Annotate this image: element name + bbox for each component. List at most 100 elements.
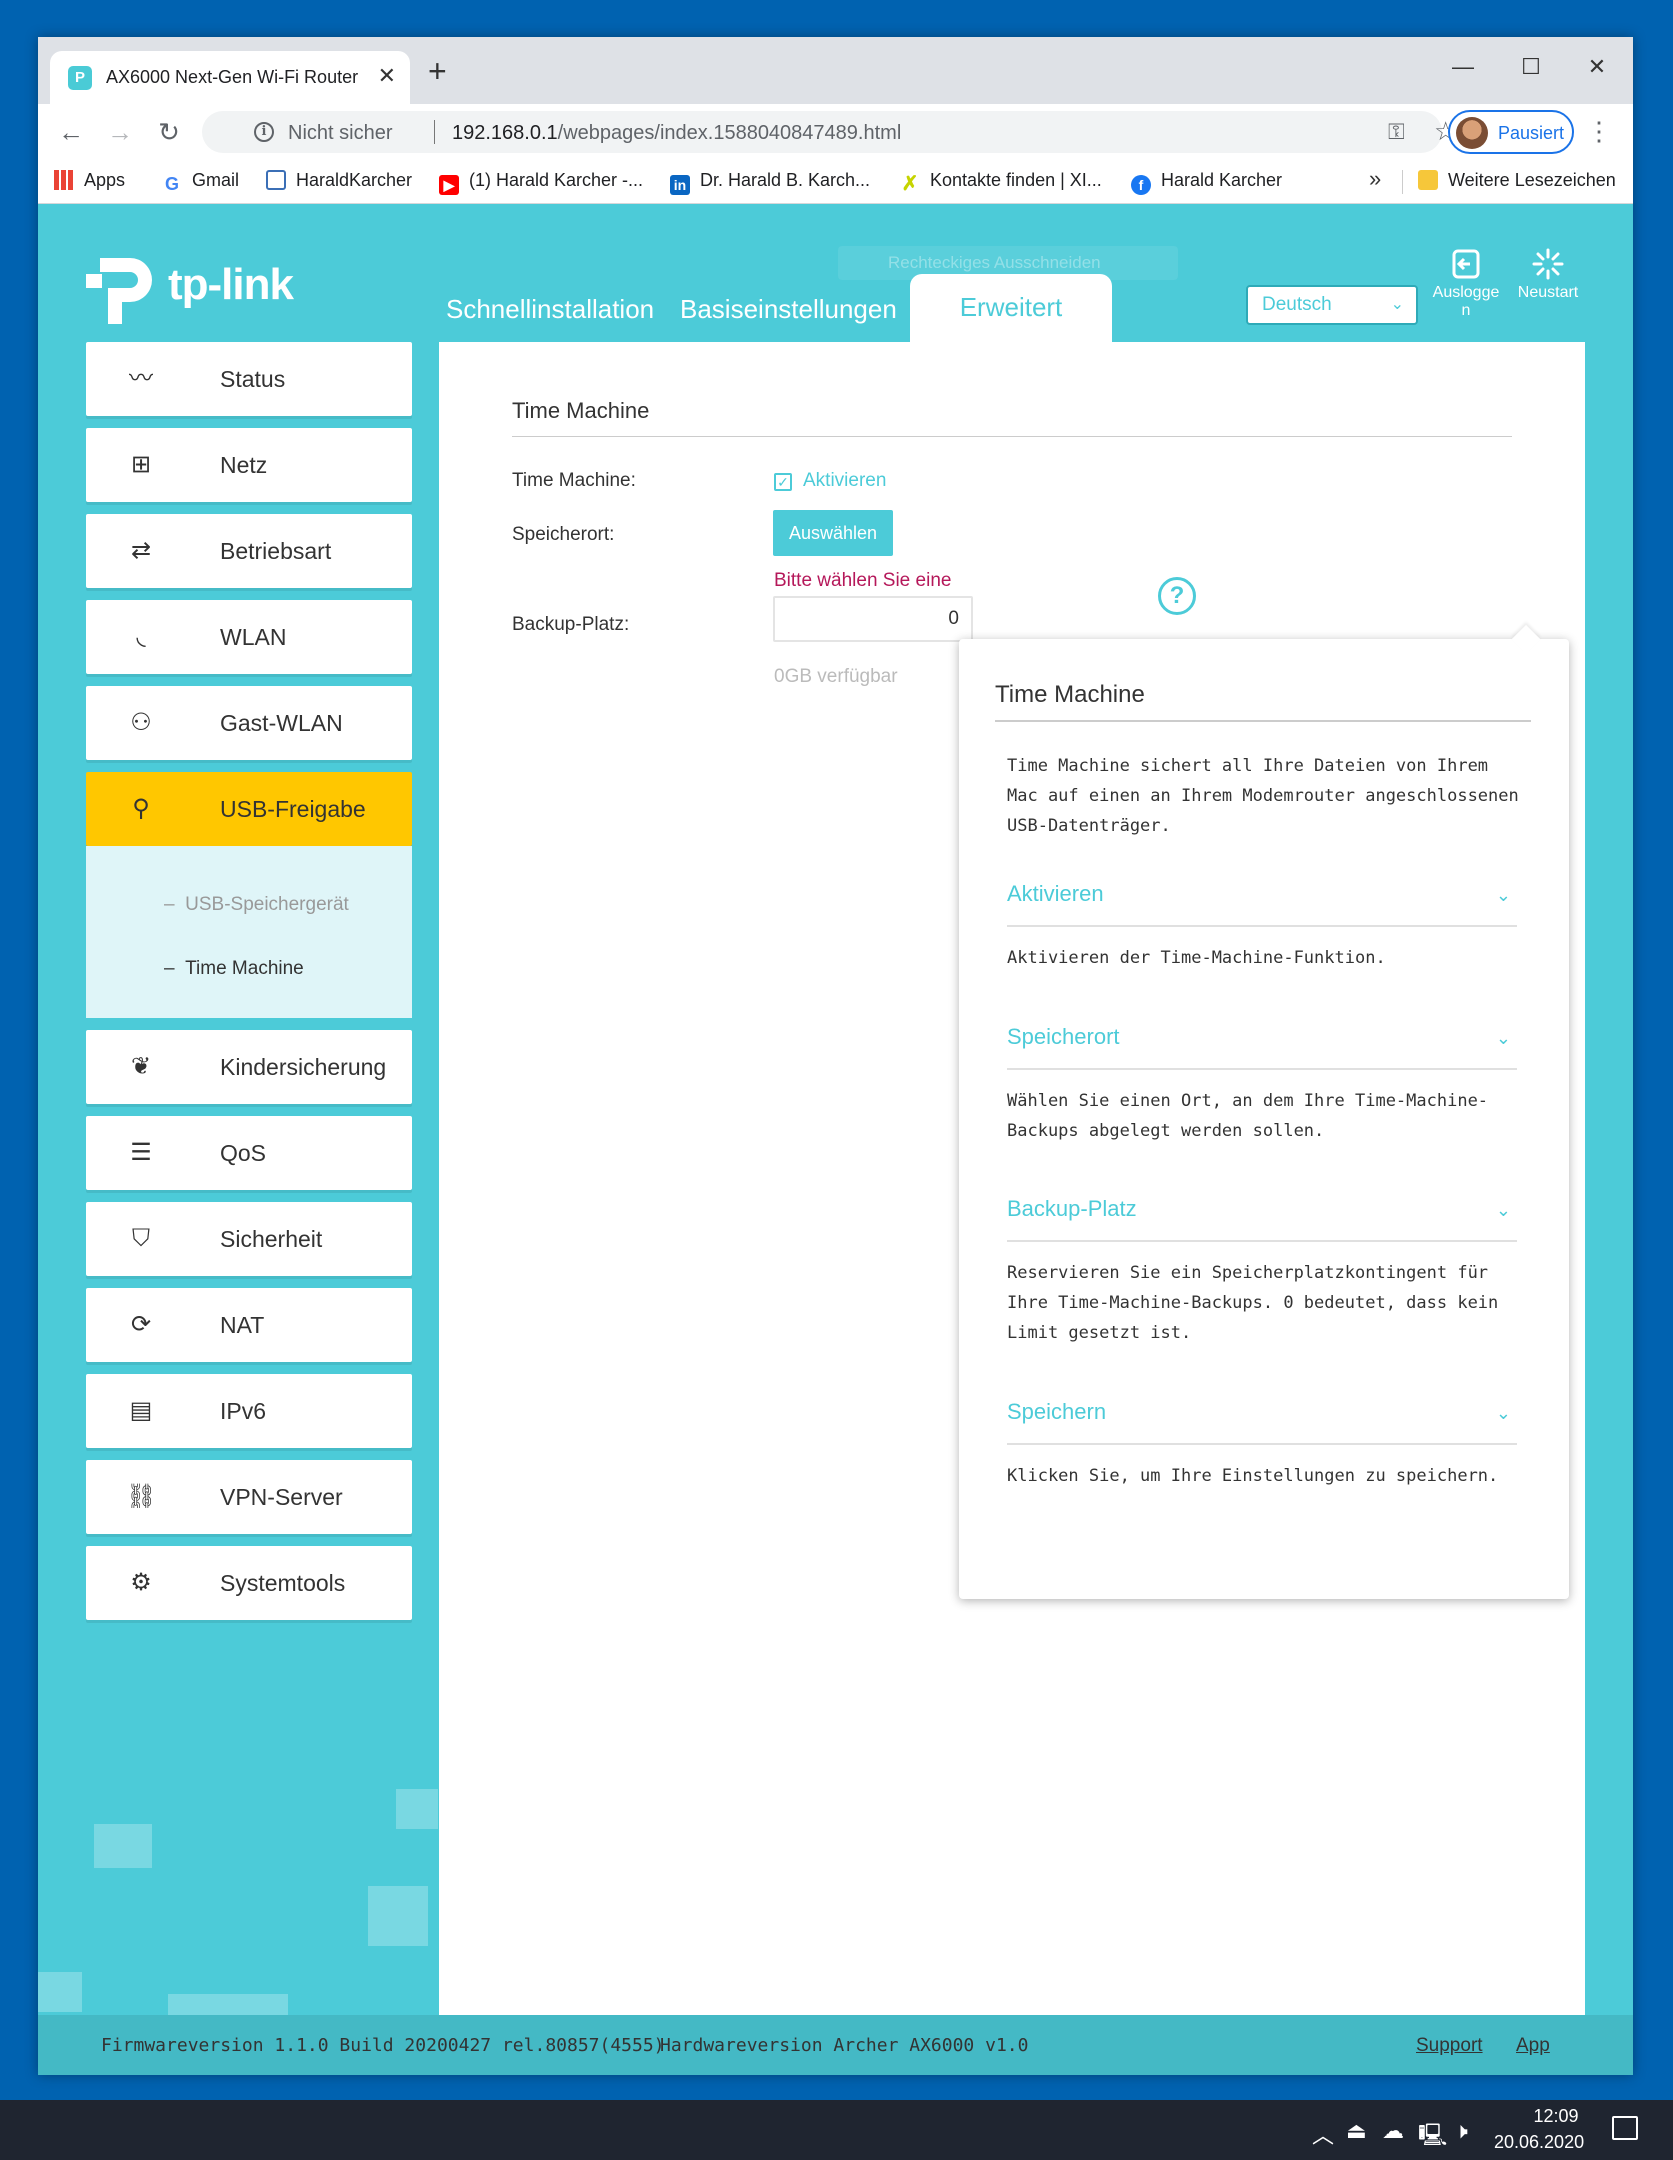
usb-icon: ⚲ [132, 795, 150, 822]
reload-button[interactable]: ↻ [150, 113, 188, 151]
help-section-backup-space[interactable]: Backup-Platz ⌄ [1007, 1196, 1517, 1242]
backup-space-input[interactable]: 0 [773, 596, 973, 642]
help-divider [995, 720, 1531, 722]
key-icon[interactable]: ⚿ [1388, 119, 1405, 145]
help-button[interactable]: ? [1158, 577, 1196, 615]
sidebar-item-vpn-server[interactable]: ⛓ VPN-Server [86, 1460, 412, 1534]
sidebar-item-parental-controls[interactable]: ❦ Kindersicherung [86, 1030, 412, 1104]
bookmark-other-folder[interactable]: Weitere Lesezeichen [1418, 170, 1616, 191]
url-text[interactable]: 192.168.0.1/webpages/index.1588040847489… [452, 122, 901, 145]
language-select[interactable]: Deutsch ⌄ [1246, 285, 1418, 325]
support-link[interactable]: Support [1416, 2035, 1483, 2057]
volume-icon[interactable]: 🕨 [1454, 2118, 1468, 2144]
sidebar-item-operation-mode[interactable]: ⇄ Betriebsart [86, 514, 412, 588]
close-window-button[interactable]: ✕ [1567, 47, 1627, 87]
xing-icon: ✗ [900, 173, 920, 195]
logo-text: tp-link [168, 260, 294, 309]
bookmarks-bar: Apps G Gmail HaraldKarcher ▶ (1) Harald Ka… [38, 160, 1633, 204]
bookmark-gmail[interactable]: G Gmail [162, 170, 239, 194]
chevron-down-icon: ⌄ [1495, 885, 1511, 905]
submenu-item-time-machine[interactable]: – Time Machine [164, 958, 304, 980]
taskbar: ︿ ⏏ ☁ 🖳 🕨 12:09 20.06.2020 [0, 2100, 1673, 2160]
bookmark-label: (1) Harald Karcher -... [469, 170, 644, 190]
bookmarks-separator [1402, 170, 1403, 194]
help-section-storage[interactable]: Speicherort ⌄ [1007, 1024, 1517, 1070]
sidebar-item-nat[interactable]: ⟳ NAT [86, 1288, 412, 1362]
tplink-logo: tp-link [86, 248, 306, 328]
tray-overflow-icon[interactable]: ︿ [1312, 2118, 1334, 2150]
help-section-enable[interactable]: Aktivieren ⌄ [1007, 881, 1517, 927]
switch-arrows-icon: ⇄ [130, 537, 152, 564]
select-location-button[interactable]: Auswählen [773, 510, 893, 556]
bookmark-apps[interactable]: Apps [54, 170, 125, 191]
reboot-button[interactable]: Neustart [1508, 248, 1588, 302]
youtube-icon: ▶ [439, 175, 459, 195]
forward-button[interactable]: → [101, 113, 139, 151]
browser-toolbar: ← → ↻ i Nicht sicher 192.168.0.1/webpage… [38, 104, 1633, 160]
app-link[interactable]: App [1516, 2035, 1550, 2057]
shield-icon: ⛉ [132, 1225, 150, 1252]
sidebar-item-status[interactable]: 〰 Status [86, 342, 412, 416]
clock-date[interactable]: 20.06.2020 [1494, 2132, 1584, 2153]
sidebar-item-guest-wlan[interactable]: ⚇ Gast-WLAN [86, 686, 412, 760]
sidebar-item-usb-sharing[interactable]: ⚲ USB-Freigabe [86, 772, 412, 846]
qos-arrows-icon: ☰ [130, 1139, 152, 1166]
submenu-item-label: Time Machine [185, 958, 304, 979]
url-host: 192.168.0.1 [452, 122, 558, 144]
sidebar-item-label: Status [220, 366, 286, 392]
time-machine-label: Time Machine: [512, 470, 636, 491]
usb-tray-icon[interactable]: ⏏ [1346, 2118, 1367, 2144]
bookmark-label: Gmail [192, 170, 240, 190]
chevron-down-icon: ⌄ [1495, 1403, 1511, 1423]
sidebar-item-label: USB-Freigabe [220, 796, 366, 822]
sidebar-item-label: Gast-WLAN [220, 710, 343, 736]
router-page: tp-link Rechteckiges Ausschneiden Schnel… [38, 204, 1633, 2075]
browser-menu-icon[interactable]: ⋮ [1586, 114, 1612, 148]
nav-quick-setup[interactable]: Schnellinstallation [446, 294, 654, 325]
sidebar-item-qos[interactable]: ☰ QoS [86, 1116, 412, 1190]
sidebar-item-network[interactable]: ⊞ Netz [86, 428, 412, 502]
bookmark-linkedin[interactable]: in Dr. Harald B. Karch... [670, 170, 870, 195]
close-tab-icon[interactable]: ✕ [378, 63, 396, 89]
security-label[interactable]: Nicht sicher [288, 122, 392, 145]
address-bar[interactable]: i Nicht sicher 192.168.0.1/webpages/inde… [202, 111, 1457, 153]
cloud-icon[interactable]: ☁ [1382, 2118, 1404, 2144]
bookmark-xing[interactable]: ✗ Kontakte finden | XI... [900, 170, 1102, 194]
page-title: Time Machine [512, 398, 650, 423]
avatar [1456, 117, 1488, 149]
notification-icon[interactable] [1612, 2116, 1638, 2140]
sidebar-item-ipv6[interactable]: ▤ IPv6 [86, 1374, 412, 1448]
profile-button[interactable]: Pausiert [1448, 110, 1574, 154]
enable-checkbox[interactable]: ✓ [774, 473, 792, 491]
nav-basic[interactable]: Basiseinstellungen [680, 294, 897, 325]
sidebar-item-system-tools[interactable]: ⚙ Systemtools [86, 1546, 412, 1620]
clock-time[interactable]: 12:09 [1516, 2106, 1596, 2127]
bookmark-facebook[interactable]: f Harald Karcher [1131, 170, 1282, 195]
help-section-save[interactable]: Speichern ⌄ [1007, 1399, 1517, 1445]
minimize-button[interactable]: — [1433, 47, 1493, 87]
enable-checkbox-label[interactable]: Aktivieren [803, 470, 886, 492]
logout-button[interactable]: Auslogge n [1426, 248, 1506, 320]
sidebar-item-security[interactable]: ⛉ Sicherheit [86, 1202, 412, 1276]
bookmarks-overflow-button[interactable]: » [1369, 166, 1381, 192]
nav-advanced[interactable]: Erweitert [910, 274, 1112, 344]
browser-tab[interactable]: P AX6000 Next-Gen Wi-Fi Router ✕ [50, 51, 410, 104]
pulse-icon: 〰 [129, 365, 153, 392]
back-button[interactable]: ← [52, 113, 90, 151]
submenu-item-usb-storage[interactable]: – USB-Speichergerät [164, 894, 349, 916]
tplink-logo-icon [86, 258, 152, 324]
bookmark-youtube[interactable]: ▶ (1) Harald Karcher -... [439, 170, 643, 195]
decor-shape [94, 1824, 152, 1868]
sidebar-item-label: Systemtools [220, 1570, 346, 1596]
bookmark-haraldkarcher[interactable]: HaraldKarcher [266, 170, 412, 191]
logout-label: Auslogge n [1432, 284, 1500, 319]
tab-bar: P AX6000 Next-Gen Wi-Fi Router ✕ + — ☐ ✕ [38, 37, 1633, 104]
network-tray-icon[interactable]: 🖳 [1418, 2118, 1447, 2156]
new-tab-button[interactable]: + [428, 55, 447, 87]
help-popover: Time Machine Time Machine sichert all Ih… [959, 624, 1569, 1599]
sidebar-item-wlan[interactable]: ◟ WLAN [86, 600, 412, 674]
apps-grid-icon [54, 170, 74, 190]
folder-icon [1418, 170, 1438, 190]
maximize-button[interactable]: ☐ [1501, 47, 1561, 87]
info-icon[interactable]: i [254, 122, 274, 142]
